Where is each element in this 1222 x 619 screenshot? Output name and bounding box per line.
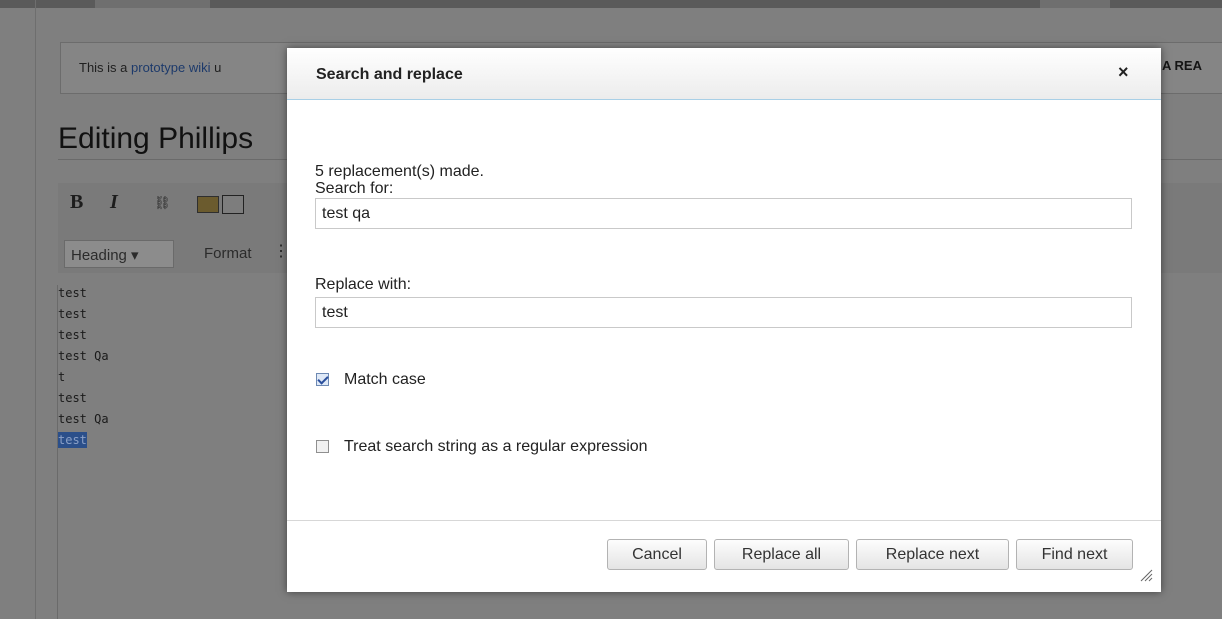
sidebar-divider — [35, 0, 36, 619]
top-tab — [1040, 0, 1110, 8]
editor-border — [57, 285, 58, 619]
cancel-button[interactable]: Cancel — [607, 539, 707, 570]
image-icon[interactable] — [197, 196, 219, 213]
dialog-header: Search and replace × — [287, 48, 1161, 100]
page-title: Editing Phillips — [58, 122, 254, 155]
editor-line-selected: test — [58, 432, 87, 448]
heading-select[interactable]: Heading ▾ — [64, 240, 174, 268]
find-next-button[interactable]: Find next — [1016, 539, 1133, 570]
close-icon[interactable]: × — [1118, 62, 1129, 83]
replace-next-button[interactable]: Replace next — [856, 539, 1009, 570]
editor-line: test Qa — [58, 412, 109, 426]
editor-line: test — [58, 328, 87, 342]
replace-label: Replace with: — [315, 276, 412, 293]
notice-link[interactable]: prototype wiki — [131, 60, 210, 75]
dialog-body: 5 replacement(s) made. Search for: Repla… — [287, 100, 1161, 520]
search-replace-dialog: Search and replace × 5 replacement(s) ma… — [287, 48, 1161, 592]
replace-all-button[interactable]: Replace all — [714, 539, 849, 570]
format-menu[interactable]: Format — [204, 245, 252, 262]
top-tab — [95, 0, 210, 8]
dialog-title: Search and replace — [316, 66, 463, 83]
editor-line: test Qa — [58, 349, 109, 363]
match-case-checkbox[interactable] — [316, 373, 329, 386]
editor-line: test — [58, 286, 87, 300]
resize-handle-icon[interactable] — [1139, 568, 1153, 582]
notice-text: This is a prototype wiki u — [79, 60, 222, 75]
match-case-label: Match case — [344, 371, 426, 388]
regex-label: Treat search string as a regular express… — [344, 438, 648, 455]
dialog-footer: Cancel Replace all Replace next Find nex… — [287, 520, 1161, 592]
link-icon[interactable]: ⛓ — [154, 195, 171, 211]
regex-checkbox[interactable] — [316, 440, 329, 453]
editor-line: t — [58, 370, 66, 384]
search-label: Search for: — [315, 180, 394, 197]
replace-input[interactable] — [315, 297, 1132, 328]
notice-right-text: A REA — [1162, 58, 1202, 73]
bold-button[interactable]: B — [70, 191, 83, 214]
editor-line: test — [58, 391, 87, 405]
editor-line: test — [58, 307, 87, 321]
file-icon[interactable] — [222, 195, 244, 214]
status-message: 5 replacement(s) made. — [315, 163, 484, 180]
search-input[interactable] — [315, 198, 1132, 229]
italic-button[interactable]: I — [110, 191, 118, 214]
